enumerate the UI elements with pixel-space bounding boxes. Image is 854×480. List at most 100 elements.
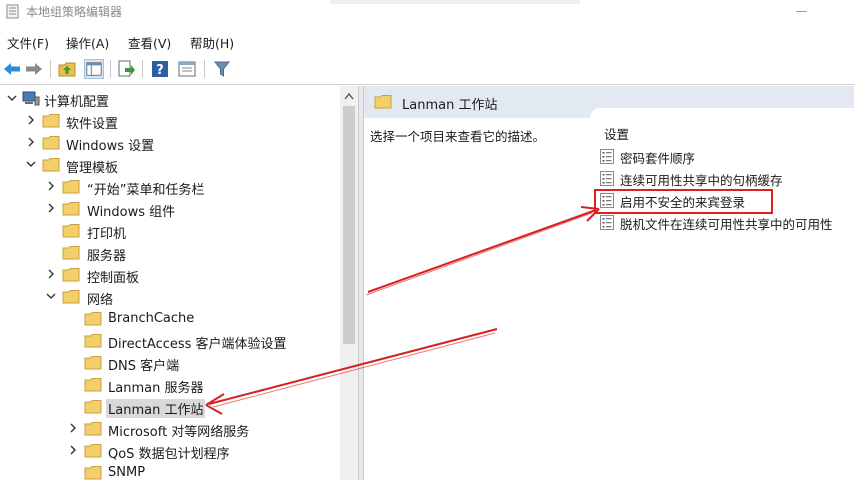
folder-icon (84, 312, 102, 326)
menu-action[interactable]: 操作(A) (66, 33, 109, 52)
tree-item-label: 网络 (87, 293, 114, 308)
scroll-up-arrow-icon[interactable] (344, 92, 354, 100)
tree-item-snmp[interactable]: SNMP (0, 462, 340, 480)
tree-item-label: Windows 组件 (87, 205, 176, 220)
tree-scrollbar[interactable] (340, 86, 358, 480)
folder-icon (84, 466, 102, 480)
tree-item-dns-client[interactable]: DNS 客户端 (0, 352, 340, 374)
tree-item-label: “开始”菜单和任务栏 (87, 183, 205, 198)
details-title: Lanman 工作站 (402, 98, 498, 113)
policy-editor-icon (6, 4, 19, 19)
folder-icon (84, 378, 102, 392)
setting-row-cipher-order[interactable]: 密码套件顺序 (600, 145, 854, 167)
folder-icon (84, 444, 102, 458)
chevron-right-icon[interactable] (26, 137, 36, 147)
tree-item-label: 服务器 (87, 249, 127, 264)
tree-item-label: QoS 数据包计划程序 (108, 447, 230, 462)
toolbar: ? (0, 56, 854, 82)
toolbar-separator (50, 60, 51, 78)
folder-icon (42, 158, 60, 172)
properties-icon[interactable] (177, 59, 197, 79)
tree-item-server[interactable]: 服务器 (0, 242, 340, 264)
export-list-icon[interactable] (116, 59, 136, 79)
title-bar: 本地组策略编辑器 (0, 0, 854, 24)
tree-item-label: 软件设置 (66, 117, 119, 132)
chevron-down-icon[interactable] (7, 93, 17, 103)
tree-item-printers[interactable]: 打印机 (0, 220, 340, 242)
scrollbar-thumb[interactable] (343, 106, 355, 344)
chevron-right-icon[interactable] (26, 115, 36, 125)
computer-icon (22, 91, 40, 106)
toolbar-separator (204, 60, 205, 78)
tree-item-label: SNMP (108, 465, 146, 480)
setting-row-offline-files[interactable]: 脱机文件在连续可用性共享中的可用性 (600, 211, 854, 233)
tree-item-control-panel[interactable]: 控制面板 (0, 264, 340, 286)
toolbar-separator (110, 60, 111, 78)
chevron-right-icon[interactable] (46, 181, 56, 191)
chevron-right-icon[interactable] (46, 269, 56, 279)
help-icon[interactable]: ? (150, 59, 170, 79)
menu-file[interactable]: 文件(F) (7, 33, 49, 52)
chevron-down-icon[interactable] (46, 291, 56, 301)
tree-item-lanman-server[interactable]: Lanman 服务器 (0, 374, 340, 396)
chevron-right-icon[interactable] (68, 445, 78, 455)
tree-item-lanman-workstation[interactable]: Lanman 工作站 (0, 396, 340, 418)
tree-item-windows-settings[interactable]: Windows 设置 (0, 132, 340, 154)
window-title: 本地组策略编辑器 (26, 5, 123, 19)
filter-icon[interactable] (212, 59, 232, 79)
tree-item-label: DirectAccess 客户端体验设置 (108, 337, 287, 352)
up-folder-icon[interactable] (57, 59, 77, 79)
folder-icon (42, 114, 60, 128)
menu-help[interactable]: 帮助(H) (190, 33, 234, 52)
toolbar-separator (142, 60, 143, 78)
policy-setting-icon (600, 171, 614, 186)
tree-item-microsoft-p2p[interactable]: Microsoft 对等网络服务 (0, 418, 340, 440)
tree-item-qos[interactable]: QoS 数据包计划程序 (0, 440, 340, 462)
tree-item-start-menu[interactable]: “开始”菜单和任务栏 (0, 176, 340, 198)
column-header-setting[interactable]: 设置 (604, 124, 629, 143)
menu-view[interactable]: 查看(V) (128, 33, 171, 52)
folder-icon (62, 224, 80, 238)
minimize-button[interactable] (796, 11, 807, 12)
setting-row-handle-cache[interactable]: 连续可用性共享中的句柄缓存 (600, 167, 854, 189)
back-arrow-icon[interactable] (2, 59, 22, 79)
folder-icon (62, 202, 80, 216)
setting-label: 脱机文件在连续可用性共享中的可用性 (620, 217, 833, 232)
tree-item-label: DNS 客户端 (108, 359, 180, 374)
chevron-right-icon[interactable] (68, 423, 78, 433)
policy-setting-icon (600, 149, 614, 164)
tree-item-label: 管理模板 (66, 161, 119, 176)
folder-icon (62, 180, 80, 194)
description-text: 选择一个项目来查看它的描述。 (370, 129, 546, 144)
tree-item-label: BranchCache (108, 311, 195, 326)
tree-item-branchcache[interactable]: BranchCache (0, 308, 340, 330)
policy-setting-icon (600, 215, 614, 230)
tree-item-admin-templates[interactable]: 管理模板 (0, 154, 340, 176)
chevron-down-icon[interactable] (26, 159, 36, 169)
show-hide-tree-icon[interactable] (84, 59, 104, 79)
folder-icon (62, 268, 80, 282)
folder-icon (84, 356, 102, 370)
folder-icon (84, 422, 102, 436)
menu-bar: 文件(F) 操作(A) 查看(V) 帮助(H) (0, 30, 854, 52)
tree-item-directaccess[interactable]: DirectAccess 客户端体验设置 (0, 330, 340, 352)
svg-text:?: ? (156, 63, 164, 78)
folder-icon (374, 95, 392, 109)
tree-item-windows-components[interactable]: Windows 组件 (0, 198, 340, 220)
settings-list: 设置 密码套件顺序 连续可用性共享中的句柄缓存 启用不安全的来宾登录 脱机文件在… (590, 108, 854, 480)
forward-arrow-icon[interactable] (24, 59, 44, 79)
tree-item-computer-config[interactable]: 计算机配置 (0, 88, 340, 110)
setting-label: 密码套件顺序 (620, 151, 696, 166)
chevron-right-icon[interactable] (46, 203, 56, 213)
tree-item-label: 打印机 (87, 227, 127, 242)
tree-pane: 计算机配置 软件设置 Windows 设置 管理模板 “开始”菜单和任务栏 Wi… (0, 86, 340, 480)
folder-icon (84, 334, 102, 348)
tree-item-label: Windows 设置 (66, 139, 155, 154)
tree-item-software-settings[interactable]: 软件设置 (0, 110, 340, 132)
tree-item-label: 计算机配置 (44, 95, 110, 110)
tree-item-label: 控制面板 (87, 271, 140, 286)
details-pane: Lanman 工作站 选择一个项目来查看它的描述。 设置 密码套件顺序 连续可用… (364, 86, 854, 480)
title-bar-divider (330, 0, 580, 4)
annotation-highlight-box (594, 189, 773, 214)
tree-item-network[interactable]: 网络 (0, 286, 340, 308)
